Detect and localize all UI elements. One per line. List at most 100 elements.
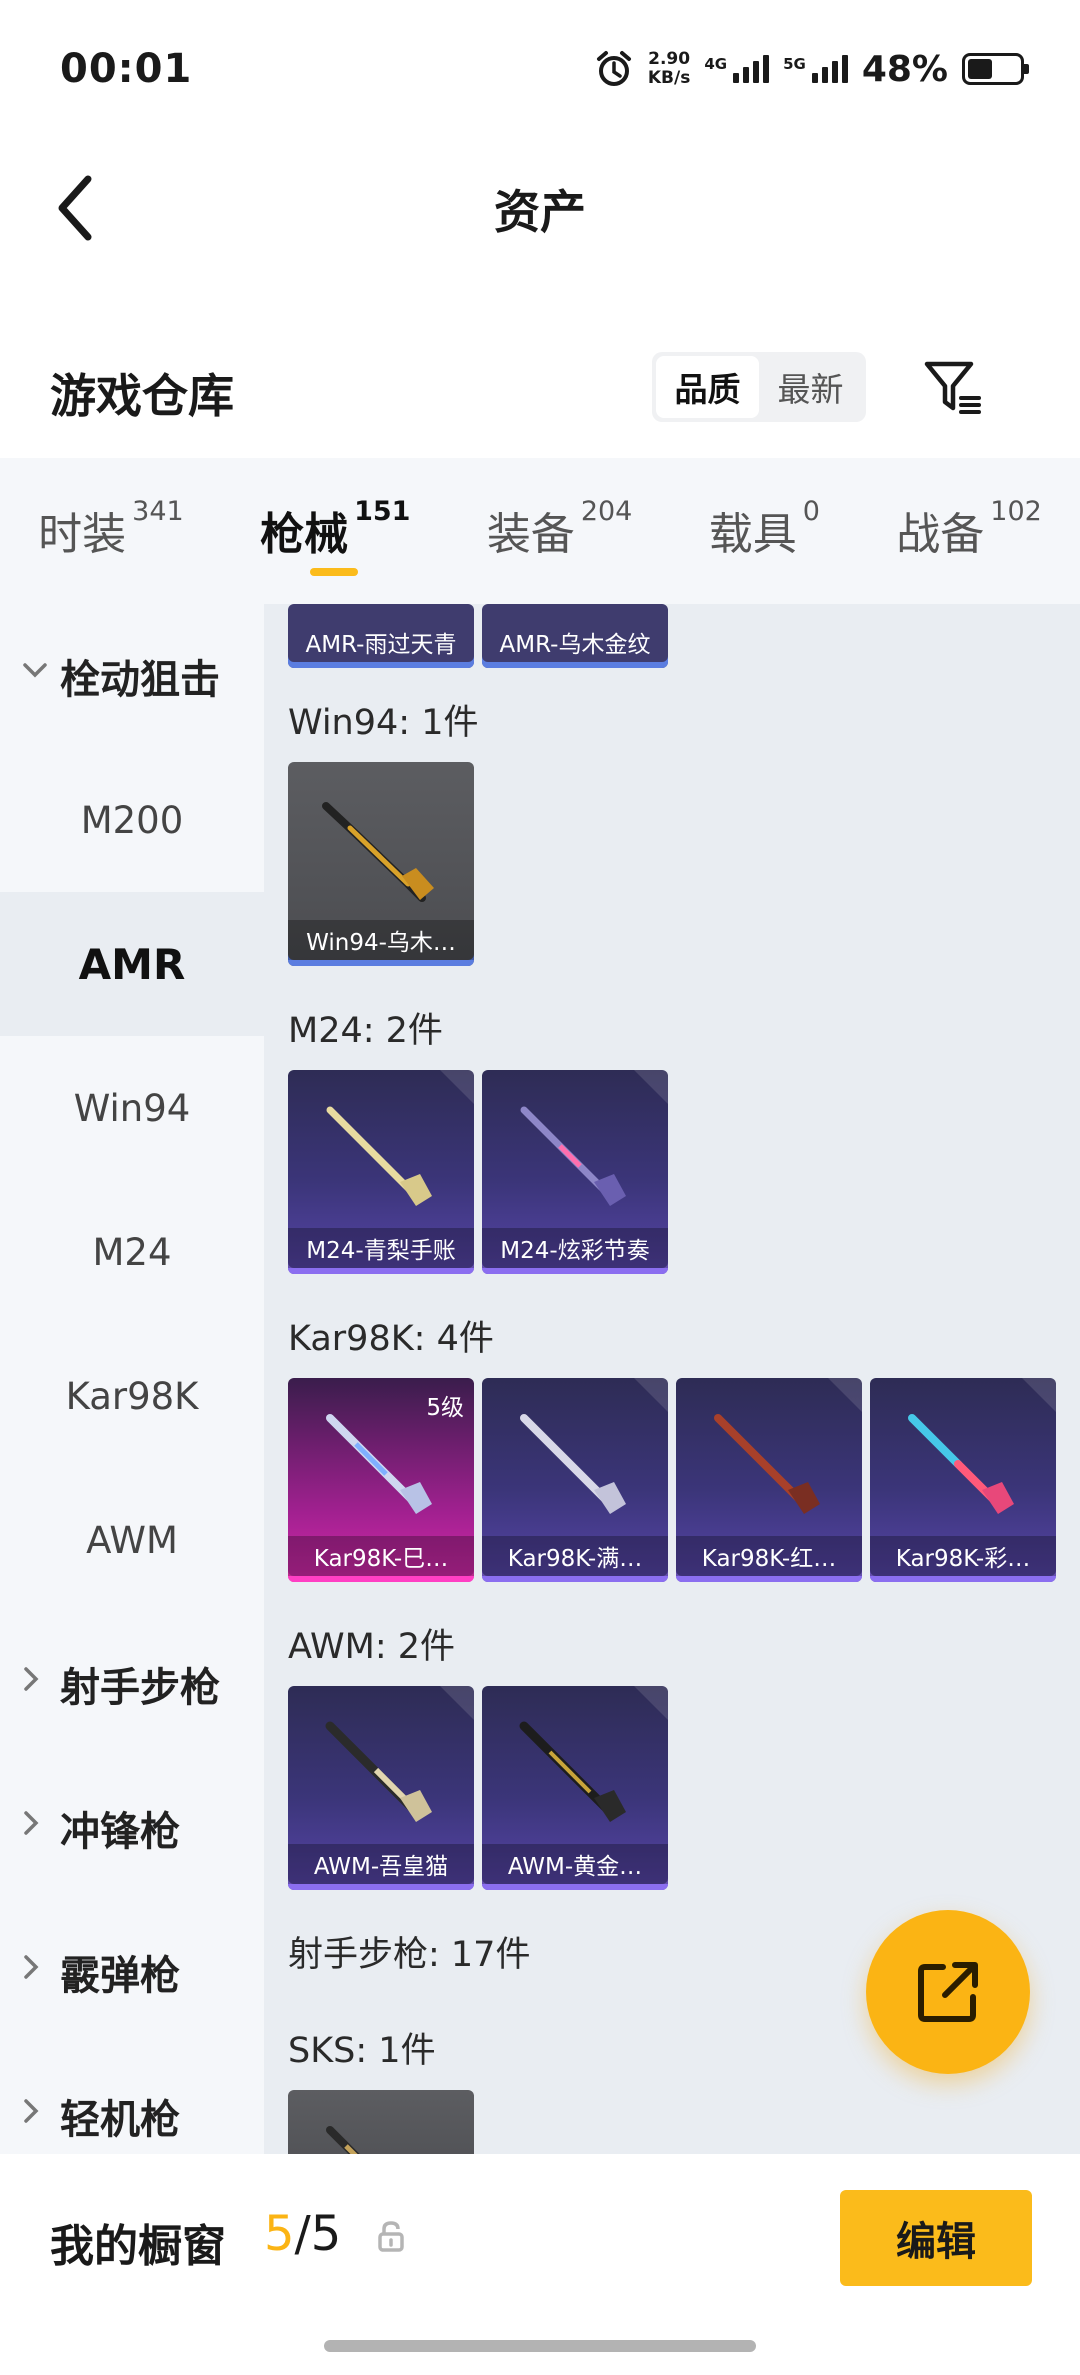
signal-5g-icon: 5G <box>783 55 848 83</box>
tab-label: 枪械 <box>260 509 349 560</box>
tab-label: 载具 <box>708 509 797 560</box>
network-speed-value: 2.90 <box>648 49 691 69</box>
sidebar-item-awm[interactable]: AWM <box>0 1468 264 1612</box>
tab-count: 341 <box>132 496 184 527</box>
tab-label: 时装 <box>38 509 127 560</box>
group-title-kar98k: Kar98K: 4件 <box>288 1319 494 1359</box>
showcase-bar: 我的橱窗 5/5 编辑 <box>0 2154 1080 2375</box>
chevron-right-icon <box>24 1667 39 1691</box>
item-card-sks-1[interactable] <box>288 2090 474 2154</box>
sidebar-item-m24[interactable]: M24 <box>0 1180 264 1324</box>
lock-icon <box>378 2221 404 2252</box>
sidebar-category-shotgun[interactable]: 霰弹枪 <box>0 1900 264 2044</box>
sidebar-item-amr[interactable]: AMR <box>0 892 264 1036</box>
item-card-m24-1[interactable]: M24-青梨手账 <box>288 1070 474 1274</box>
alarm-icon <box>594 49 634 89</box>
sidebar-item-m200[interactable]: M200 <box>0 748 264 892</box>
item-card-kar98k-3[interactable]: Kar98K-红… <box>676 1378 862 1582</box>
group-title-awm: AWM: 2件 <box>288 1627 456 1667</box>
tab-count: 0 <box>802 496 820 527</box>
sort-option-quality[interactable]: 品质 <box>656 356 759 418</box>
tab-active-underline <box>310 568 359 576</box>
battery-percent: 48% <box>861 48 948 90</box>
showcase-title: 我的橱窗 <box>50 2221 226 2272</box>
network-speed: 2.90 KB/s <box>648 50 690 88</box>
item-card-awm-1[interactable]: AWM-吾皇猫 <box>288 1686 474 1890</box>
sort-option-latest[interactable]: 最新 <box>759 356 862 418</box>
item-name: AMR-雨过天青 <box>305 632 457 658</box>
warehouse-header: 游戏仓库 品质 最新 <box>0 340 1080 460</box>
filter-button[interactable] <box>918 352 990 424</box>
battery-icon <box>962 53 1029 85</box>
item-card-kar98k-2[interactable]: Kar98K-满… <box>482 1378 668 1582</box>
tab-count: 151 <box>354 496 411 527</box>
item-name: M24-青梨手账 <box>288 1228 474 1268</box>
item-card-kar98k-1[interactable]: 5级 Kar98K-巳… <box>288 1378 474 1582</box>
item-name: Kar98K-巳… <box>288 1536 474 1576</box>
group-title-m24: M24: 2件 <box>288 1011 443 1051</box>
tab-vehicles[interactable]: 载具 0 <box>708 496 820 562</box>
status-icons: 2.90 KB/s 4G 5G 48% <box>594 44 1029 94</box>
tab-label: 战备 <box>896 509 985 560</box>
category-tabs: 时装 341 枪械 151 装备 204 载具 0 战备 102 <box>0 458 1080 604</box>
rifle-skin-image <box>325 1721 432 1822</box>
tab-battle-gear[interactable]: 战备 102 <box>896 496 1042 562</box>
app-screen: 00:01 2.90 KB/s 4G 5G 48% 资产 游戏仓库 品质 最新 … <box>0 0 1080 2375</box>
share-external-icon <box>918 1962 978 2022</box>
item-name: AWM-黄金… <box>482 1844 668 1884</box>
item-card-amr-2[interactable]: AMR-乌木金纹 <box>482 604 668 668</box>
group-title-sks: SKS: 1件 <box>288 2031 436 2071</box>
status-time: 00:01 <box>60 46 193 92</box>
tab-count: 102 <box>990 496 1042 527</box>
tab-equipment[interactable]: 装备 204 <box>486 496 633 562</box>
filter-icon <box>924 361 981 414</box>
sidebar-category-bolt-sniper[interactable]: 栓动狙击 <box>0 604 264 748</box>
rifle-skin-image <box>520 1106 626 1206</box>
nav-bar: 资产 <box>0 140 1080 270</box>
warehouse-title: 游戏仓库 <box>50 369 234 423</box>
chevron-right-icon <box>24 2099 39 2123</box>
tab-count: 204 <box>580 496 633 527</box>
tab-fashion[interactable]: 时装 341 <box>38 496 184 562</box>
item-name: Kar98K-满… <box>482 1536 668 1576</box>
showcase-count-total: /5 <box>294 2206 342 2262</box>
home-indicator[interactable] <box>324 2340 756 2352</box>
rifle-skin-image <box>520 1414 626 1514</box>
signal-4g-label: 4G <box>704 55 728 73</box>
item-name: Win94-乌木… <box>288 920 474 960</box>
rifle-skin-image <box>714 1414 820 1514</box>
sidebar-item-win94[interactable]: Win94 <box>0 1036 264 1180</box>
item-name: M24-炫彩节奏 <box>482 1228 668 1268</box>
showcase-count: 5/5 <box>264 2206 341 2262</box>
item-card-amr-1[interactable]: AMR-雨过天青 <box>288 604 474 668</box>
tab-guns[interactable]: 枪械 151 <box>260 496 411 576</box>
tab-label: 装备 <box>486 509 575 560</box>
sidebar-category-lmg[interactable]: 轻机枪 <box>0 2044 264 2154</box>
sidebar-category-label: 霰弹枪 <box>60 1953 180 1999</box>
edit-button[interactable]: 编辑 <box>840 2190 1032 2286</box>
rifle-skin-image <box>326 1414 432 1514</box>
chevron-down-icon <box>23 663 47 678</box>
rifle-skin-image <box>326 2126 360 2154</box>
item-card-win94-1[interactable]: Win94-乌木… <box>288 762 474 966</box>
share-fab[interactable] <box>866 1910 1030 2074</box>
sidebar-category-label: 冲锋枪 <box>60 1809 180 1855</box>
status-bar: 00:01 2.90 KB/s 4G 5G 48% <box>0 0 1080 140</box>
item-card-awm-2[interactable]: AWM-黄金… <box>482 1686 668 1890</box>
group-title-win94: Win94: 1件 <box>288 703 479 743</box>
sidebar-item-kar98k[interactable]: Kar98K <box>0 1324 264 1468</box>
item-card-kar98k-4[interactable]: Kar98K-彩… <box>870 1378 1056 1582</box>
item-card-m24-2[interactable]: M24-炫彩节奏 <box>482 1070 668 1274</box>
showcase-count-current: 5 <box>264 2206 295 2262</box>
sort-toggle: 品质 最新 <box>652 352 866 422</box>
signal-4g-icon: 4G <box>704 55 770 83</box>
group-title-marksman: 射手步枪: 17件 <box>288 1935 531 1975</box>
rifle-skin-image <box>326 1106 432 1206</box>
page-title: 资产 <box>494 185 586 239</box>
rifle-skin-image <box>322 802 434 902</box>
sidebar-category-smg[interactable]: 冲锋枪 <box>0 1756 264 1900</box>
sidebar-category-marksman[interactable]: 射手步枪 <box>0 1612 264 1756</box>
rifle-skin-image <box>908 1414 1014 1514</box>
chevron-right-icon <box>24 1811 39 1835</box>
rifle-skin-image <box>519 1721 626 1822</box>
